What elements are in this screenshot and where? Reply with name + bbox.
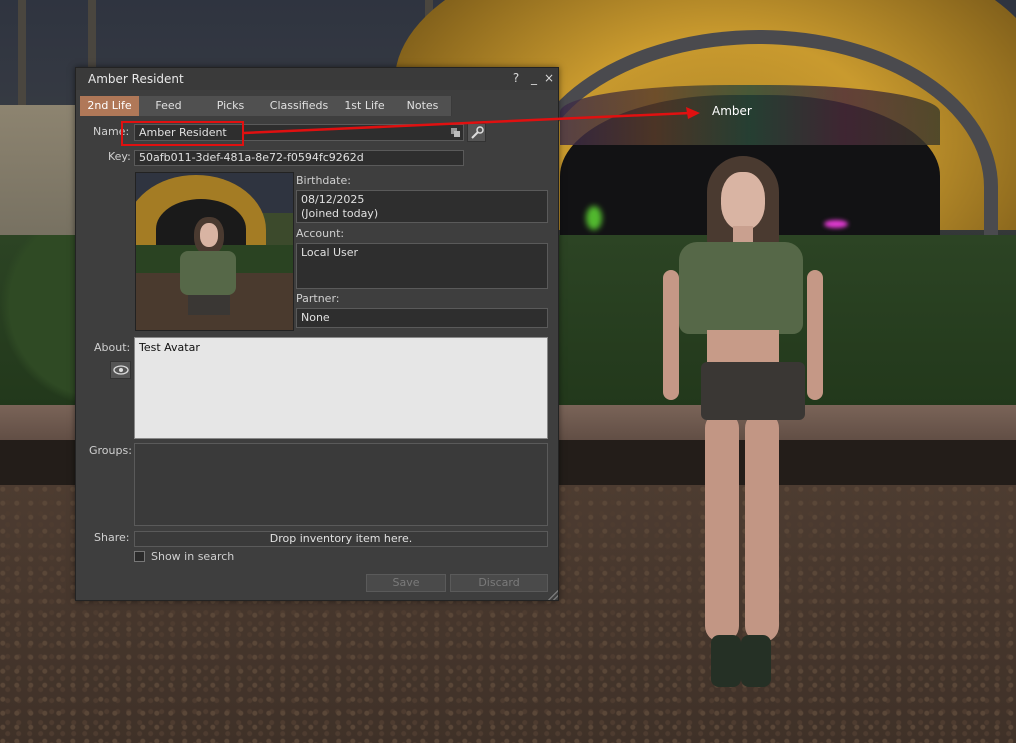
annotation-arrow bbox=[243, 107, 700, 135]
annotation-arrow-head bbox=[686, 107, 700, 119]
annotation-arrow-line bbox=[243, 111, 691, 135]
